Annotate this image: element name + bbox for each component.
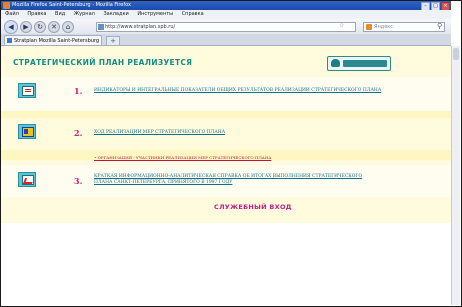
navigation-bar: ◀ ▶ ↻ ✕ ⌂ http://www.stratplan.spb.ru/ ☆… [1, 19, 451, 34]
firefox-icon [3, 2, 10, 9]
item-link-1[interactable]: ИНДИКАТОРЫ И ИНТЕГРАЛЬНЫЕ ПОКАЗАТЕЛИ ОБЩ… [94, 88, 381, 94]
menu-file[interactable]: Файл [5, 11, 19, 17]
item-number-2: 2. [74, 128, 83, 138]
search-placeholder: Яндекс [374, 24, 394, 30]
row-separator-1 [1, 111, 451, 118]
cube-icon[interactable] [18, 124, 36, 139]
chart-icon[interactable] [18, 172, 36, 187]
menu-bar: Файл Правка Вид Журнал Закладки Инструме… [1, 10, 451, 19]
menu-history[interactable]: Журнал [74, 11, 95, 17]
item-link-2[interactable]: ХОД РЕАЛИЗАЦИИ МЕР СТРАТЕГИЧЕСКОГО ПЛАНА [94, 130, 225, 136]
tab-favicon-icon [7, 38, 12, 43]
scrollbar-thumb[interactable] [453, 48, 459, 60]
menu-view[interactable]: Вид [55, 11, 65, 17]
item-link-3-line-2[interactable]: ПЛАНА САНКТ-ПЕТЕРБУРГА, ПРИНЯТОГО В 1997… [94, 180, 232, 186]
menu-help[interactable]: Справка [182, 11, 204, 17]
item-sub-link-2[interactable]: • ОРГАНИЗАЦИЯ - УЧАСТНИКИ РЕАЛИЗАЦИИ МЕР… [94, 155, 271, 160]
item-number-1: 1. [74, 86, 83, 96]
tab-label: Stratplan Mozilla Saint-Petersburg [14, 38, 100, 44]
reload-icon[interactable]: ↻ [34, 21, 46, 33]
search-input[interactable]: Яндекс [363, 22, 445, 32]
document-icon[interactable] [18, 83, 36, 98]
page-title: СТРАТЕГИЧЕСКИЙ ПЛАН РЕАЛИЗУЕТСЯ [13, 58, 193, 67]
search-engine-icon[interactable] [366, 24, 372, 30]
logo-emblem-icon [331, 59, 340, 67]
address-text: http://www.stratplan.spb.ru/ [105, 24, 176, 30]
site-favicon-icon [98, 24, 104, 30]
page-content: СТРАТЕГИЧЕСКИЙ ПЛАН РЕАЛИЗУЕТСЯ 1. ИНДИК… [1, 46, 451, 305]
tab-stratplan[interactable]: Stratplan Mozilla Saint-Petersburg [4, 35, 102, 45]
service-login-link[interactable]: СЛУЖЕБНЫЙ ВХОД [214, 203, 292, 211]
tab-bar: Stratplan Mozilla Saint-Petersburg + [1, 34, 451, 46]
forward-icon[interactable]: ▶ [20, 21, 32, 33]
window-title: Mozilla Firefox Saint-Petersburg - Mozil… [12, 2, 131, 8]
menu-bookmarks[interactable]: Закладки [103, 11, 128, 17]
site-logo[interactable] [327, 56, 391, 71]
title-bar: Mozilla Firefox Saint-Petersburg - Mozil… [1, 1, 451, 11]
vertical-scrollbar[interactable] [451, 46, 460, 305]
search-icon[interactable]: ⚲ [437, 22, 442, 30]
menu-edit[interactable]: Правка [27, 11, 46, 17]
bookmark-star-icon[interactable]: ☆ [339, 22, 344, 29]
menu-tools[interactable]: Инструменты [137, 11, 173, 17]
item-row-1 [1, 77, 451, 111]
new-tab-button[interactable]: + [106, 36, 120, 46]
address-bar[interactable]: http://www.stratplan.spb.ru/ [96, 22, 356, 32]
back-icon[interactable]: ◀ [4, 20, 18, 34]
logo-wordmark [343, 60, 387, 67]
content-panel: СТРАТЕГИЧЕСКИЙ ПЛАН РЕАЛИЗУЕТСЯ 1. ИНДИК… [1, 46, 451, 223]
home-icon[interactable]: ⌂ [62, 21, 74, 33]
stop-icon[interactable]: ✕ [48, 21, 60, 33]
item-sub-link-2-text: ОРГАНИЗАЦИЯ - УЧАСТНИКИ РЕАЛИЗАЦИИ МЕР С… [97, 155, 272, 160]
item-number-3: 3. [74, 176, 83, 186]
